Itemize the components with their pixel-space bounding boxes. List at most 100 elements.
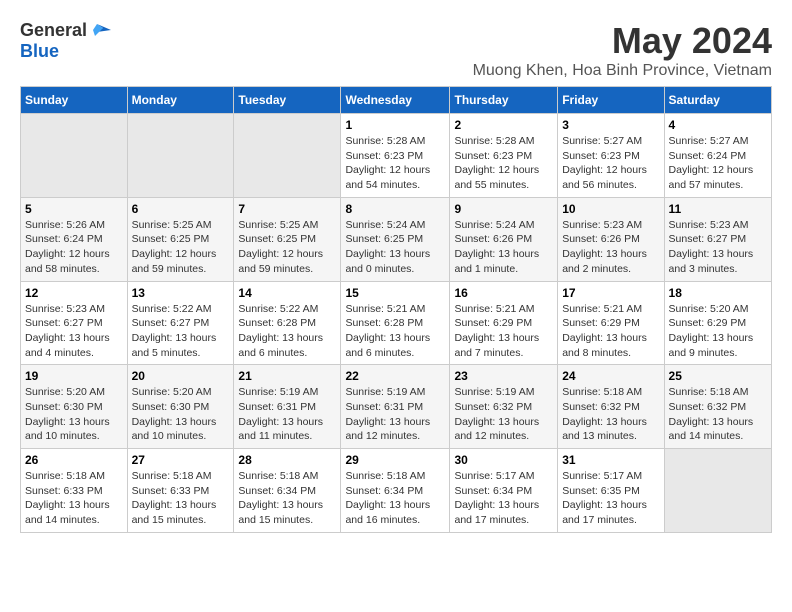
day-number: 28 <box>238 453 336 467</box>
day-info: Sunrise: 5:24 AM Sunset: 6:26 PM Dayligh… <box>454 218 553 277</box>
calendar-cell: 29Sunrise: 5:18 AM Sunset: 6:34 PM Dayli… <box>341 449 450 533</box>
calendar-cell: 1Sunrise: 5:28 AM Sunset: 6:23 PM Daylig… <box>341 114 450 198</box>
day-info: Sunrise: 5:23 AM Sunset: 6:27 PM Dayligh… <box>25 302 123 361</box>
day-number: 6 <box>132 202 230 216</box>
calendar-cell: 21Sunrise: 5:19 AM Sunset: 6:31 PM Dayli… <box>234 365 341 449</box>
calendar-cell: 25 Sunrise: 5:18 AM Sunset: 6:32 PM Dayli… <box>664 365 771 449</box>
day-info: Sunrise: 5:17 AM Sunset: 6:35 PM Dayligh… <box>562 469 659 528</box>
day-number: 7 <box>238 202 336 216</box>
day-info: Sunrise: 5:21 AM Sunset: 6:28 PM Dayligh… <box>345 302 445 361</box>
column-header-wednesday: Wednesday <box>341 87 450 114</box>
day-number: 31 <box>562 453 659 467</box>
day-number: 25 <box>669 369 767 383</box>
calendar-cell: 10Sunrise: 5:23 AM Sunset: 6:26 PM Dayli… <box>558 197 664 281</box>
calendar-cell <box>234 114 341 198</box>
day-info: Sunrise: 5:19 AM Sunset: 6:31 PM Dayligh… <box>345 385 445 444</box>
calendar-cell: 30Sunrise: 5:17 AM Sunset: 6:34 PM Dayli… <box>450 449 558 533</box>
day-number: 21 <box>238 369 336 383</box>
calendar-table: SundayMondayTuesdayWednesdayThursdayFrid… <box>20 86 772 533</box>
day-info: Sunrise: 5:27 AM Sunset: 6:24 PM Dayligh… <box>669 134 767 193</box>
day-info: Sunrise: 5:27 AM Sunset: 6:23 PM Dayligh… <box>562 134 659 193</box>
day-info: Sunrise: 5:18 AM Sunset: 6:32 PM Dayligh… <box>562 385 659 444</box>
calendar-header-row: SundayMondayTuesdayWednesdayThursdayFrid… <box>21 87 772 114</box>
calendar-cell: 28 Sunrise: 5:18 AM Sunset: 6:34 PM Dayli… <box>234 449 341 533</box>
column-header-thursday: Thursday <box>450 87 558 114</box>
calendar-cell: 5 Sunrise: 5:26 AM Sunset: 6:24 PM Daylig… <box>21 197 128 281</box>
day-info: Sunrise: 5:21 AM Sunset: 6:29 PM Dayligh… <box>454 302 553 361</box>
day-info: Sunrise: 5:18 AM Sunset: 6:33 PM Dayligh… <box>25 469 123 528</box>
column-header-friday: Friday <box>558 87 664 114</box>
day-info: Sunrise: 5:24 AM Sunset: 6:25 PM Dayligh… <box>345 218 445 277</box>
day-number: 19 <box>25 369 123 383</box>
day-number: 20 <box>132 369 230 383</box>
calendar-week-row: 5 Sunrise: 5:26 AM Sunset: 6:24 PM Daylig… <box>21 197 772 281</box>
day-number: 9 <box>454 202 553 216</box>
day-number: 14 <box>238 286 336 300</box>
title-section: May 2024 Muong Khen, Hoa Binh Province, … <box>473 20 772 80</box>
day-number: 5 <box>25 202 123 216</box>
day-number: 3 <box>562 118 659 132</box>
day-info: Sunrise: 5:28 AM Sunset: 6:23 PM Dayligh… <box>345 134 445 193</box>
calendar-cell <box>127 114 234 198</box>
calendar-cell: 3 Sunrise: 5:27 AM Sunset: 6:23 PM Daylig… <box>558 114 664 198</box>
day-number: 17 <box>562 286 659 300</box>
day-info: Sunrise: 5:22 AM Sunset: 6:27 PM Dayligh… <box>132 302 230 361</box>
day-info: Sunrise: 5:25 AM Sunset: 6:25 PM Dayligh… <box>238 218 336 277</box>
logo-general-text: General <box>20 20 87 41</box>
day-number: 18 <box>669 286 767 300</box>
calendar-cell: 11 Sunrise: 5:23 AM Sunset: 6:27 PM Dayli… <box>664 197 771 281</box>
day-number: 8 <box>345 202 445 216</box>
calendar-cell: 12 Sunrise: 5:23 AM Sunset: 6:27 PM Dayli… <box>21 281 128 365</box>
day-info: Sunrise: 5:18 AM Sunset: 6:32 PM Dayligh… <box>669 385 767 444</box>
calendar-week-row: 19 Sunrise: 5:20 AM Sunset: 6:30 PM Dayli… <box>21 365 772 449</box>
day-number: 4 <box>669 118 767 132</box>
calendar-cell: 7 Sunrise: 5:25 AM Sunset: 6:25 PM Daylig… <box>234 197 341 281</box>
day-number: 10 <box>562 202 659 216</box>
calendar-cell: 13Sunrise: 5:22 AM Sunset: 6:27 PM Dayli… <box>127 281 234 365</box>
calendar-cell <box>21 114 128 198</box>
day-info: Sunrise: 5:18 AM Sunset: 6:34 PM Dayligh… <box>238 469 336 528</box>
calendar-cell: 18 Sunrise: 5:20 AM Sunset: 6:29 PM Dayli… <box>664 281 771 365</box>
day-number: 23 <box>454 369 553 383</box>
calendar-week-row: 26 Sunrise: 5:18 AM Sunset: 6:33 PM Dayli… <box>21 449 772 533</box>
day-number: 11 <box>669 202 767 216</box>
calendar-cell: 24 Sunrise: 5:18 AM Sunset: 6:32 PM Dayli… <box>558 365 664 449</box>
day-info: Sunrise: 5:20 AM Sunset: 6:29 PM Dayligh… <box>669 302 767 361</box>
logo-bird-icon <box>89 22 111 40</box>
day-number: 22 <box>345 369 445 383</box>
day-number: 12 <box>25 286 123 300</box>
day-info: Sunrise: 5:17 AM Sunset: 6:34 PM Dayligh… <box>454 469 553 528</box>
column-header-tuesday: Tuesday <box>234 87 341 114</box>
calendar-cell: 4 Sunrise: 5:27 AM Sunset: 6:24 PM Daylig… <box>664 114 771 198</box>
day-info: Sunrise: 5:26 AM Sunset: 6:24 PM Dayligh… <box>25 218 123 277</box>
calendar-cell: 14 Sunrise: 5:22 AM Sunset: 6:28 PM Dayli… <box>234 281 341 365</box>
calendar-cell: 16 Sunrise: 5:21 AM Sunset: 6:29 PM Dayli… <box>450 281 558 365</box>
day-number: 15 <box>345 286 445 300</box>
logo: General Blue <box>20 20 111 62</box>
day-number: 2 <box>454 118 553 132</box>
day-info: Sunrise: 5:23 AM Sunset: 6:27 PM Dayligh… <box>669 218 767 277</box>
day-number: 24 <box>562 369 659 383</box>
day-info: Sunrise: 5:22 AM Sunset: 6:28 PM Dayligh… <box>238 302 336 361</box>
calendar-cell: 2 Sunrise: 5:28 AM Sunset: 6:23 PM Daylig… <box>450 114 558 198</box>
column-header-monday: Monday <box>127 87 234 114</box>
day-info: Sunrise: 5:18 AM Sunset: 6:33 PM Dayligh… <box>132 469 230 528</box>
calendar-cell: 15 Sunrise: 5:21 AM Sunset: 6:28 PM Dayli… <box>341 281 450 365</box>
day-number: 26 <box>25 453 123 467</box>
calendar-cell: 26 Sunrise: 5:18 AM Sunset: 6:33 PM Dayli… <box>21 449 128 533</box>
month-title: May 2024 <box>473 20 772 62</box>
calendar-cell: 31 Sunrise: 5:17 AM Sunset: 6:35 PM Dayli… <box>558 449 664 533</box>
calendar-cell: 23Sunrise: 5:19 AM Sunset: 6:32 PM Dayli… <box>450 365 558 449</box>
day-info: Sunrise: 5:20 AM Sunset: 6:30 PM Dayligh… <box>25 385 123 444</box>
day-info: Sunrise: 5:28 AM Sunset: 6:23 PM Dayligh… <box>454 134 553 193</box>
calendar-cell: 9 Sunrise: 5:24 AM Sunset: 6:26 PM Daylig… <box>450 197 558 281</box>
calendar-week-row: 1Sunrise: 5:28 AM Sunset: 6:23 PM Daylig… <box>21 114 772 198</box>
day-info: Sunrise: 5:18 AM Sunset: 6:34 PM Dayligh… <box>345 469 445 528</box>
column-header-sunday: Sunday <box>21 87 128 114</box>
day-number: 16 <box>454 286 553 300</box>
page-header: General Blue May 2024 Muong Khen, Hoa Bi… <box>20 20 772 80</box>
calendar-week-row: 12 Sunrise: 5:23 AM Sunset: 6:27 PM Dayli… <box>21 281 772 365</box>
logo-blue-text: Blue <box>20 41 59 62</box>
day-info: Sunrise: 5:25 AM Sunset: 6:25 PM Dayligh… <box>132 218 230 277</box>
calendar-cell: 6 Sunrise: 5:25 AM Sunset: 6:25 PM Daylig… <box>127 197 234 281</box>
